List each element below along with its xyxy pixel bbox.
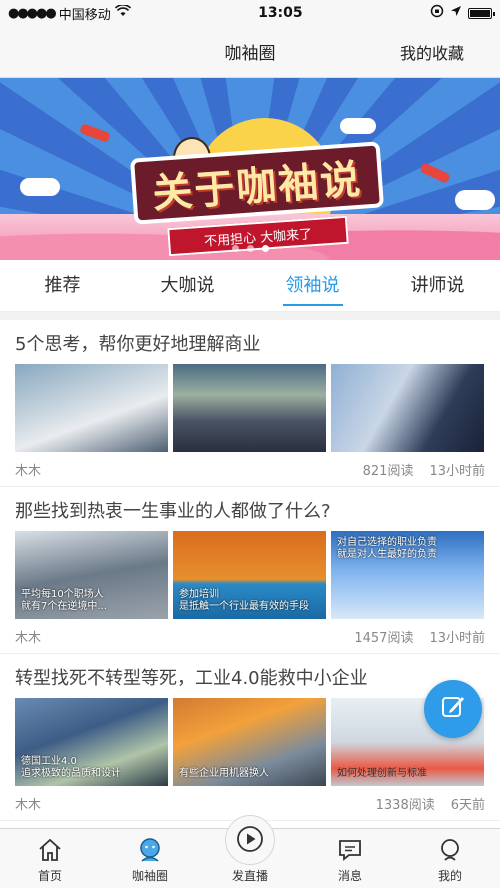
article-time: 13小时前: [429, 630, 485, 646]
carrier-label: 中国移动: [58, 7, 111, 23]
signal-icon: ●●●●●: [8, 5, 57, 21]
wifi-icon: [114, 4, 131, 21]
user-icon: [435, 835, 465, 865]
article-reads: 1338阅读: [375, 797, 435, 813]
status-left: ●●●●● 中国移动: [8, 4, 131, 23]
category-tabs: 推荐 大咖说 领袖说 讲师说: [0, 260, 500, 312]
carousel-dot[interactable]: [231, 245, 239, 252]
article-title[interactable]: 转型找死不转型等死，工业4.0能救中小企业: [15, 664, 485, 694]
article-thumbnails: [15, 364, 485, 452]
tabbar-label: 咖袖圈: [131, 869, 168, 883]
article-stats: 1338阅读 6天前: [376, 794, 485, 813]
article-thumbnail[interactable]: [173, 364, 326, 452]
article-card[interactable]: 那些找到热衷一生事业的人都做了什么? 平均每10个职场人 就有7个在逆境中...…: [0, 487, 500, 654]
article-thumbnail[interactable]: 对自己选择的职业负责 就是对人生最好的负责: [331, 531, 484, 619]
tabbar-circle[interactable]: 咖袖圈: [100, 829, 200, 888]
carousel-dot[interactable]: [246, 245, 254, 252]
compose-button[interactable]: [424, 680, 482, 738]
carousel-dot-active[interactable]: [261, 245, 269, 252]
cloud-decoration: [340, 118, 376, 134]
banner-carousel[interactable]: 关于咖袖说 不用担心 大咖来了: [0, 78, 500, 260]
rocket-decoration: [419, 162, 451, 184]
article-thumbnail[interactable]: [15, 364, 168, 452]
tab-recommend[interactable]: 推荐: [0, 260, 125, 312]
nav-bar: 咖袖圈 我的收藏: [0, 26, 500, 78]
tabbar-go-live[interactable]: 发直播: [200, 815, 300, 888]
article-thumbnail[interactable]: 有些企业用机器换人: [173, 698, 326, 786]
article-author: 木木: [15, 463, 42, 479]
article-time: 6天前: [450, 797, 485, 813]
lock-rotation-icon: [430, 4, 444, 22]
article-reads: 1457阅读: [354, 630, 414, 646]
article-thumbnail[interactable]: 平均每10个职场人 就有7个在逆境中...: [15, 531, 168, 619]
rocket-decoration: [79, 123, 111, 143]
cloud-decoration: [455, 190, 495, 210]
tabbar-home[interactable]: 首页: [0, 829, 100, 888]
tabbar-me[interactable]: 我的: [400, 829, 500, 888]
article-stats: 821阅读 13小时前: [363, 460, 485, 479]
thumbnail-caption: 有些企业用机器换人: [179, 768, 269, 779]
home-icon: [35, 835, 65, 865]
status-right: [430, 4, 495, 22]
article-card[interactable]: 5个思考，帮你更好地理解商业 木木 821阅读 13小时前: [0, 320, 500, 487]
battery-icon: [468, 7, 495, 19]
tab-lecturers[interactable]: 讲师说: [375, 260, 500, 312]
thumbnail-caption: 对自己选择的职业负责 就是对人生最好的负责: [337, 537, 437, 560]
cloud-decoration: [20, 178, 60, 196]
article-thumbnails: 德国工业4.0 追求极致的品质和设计 有些企业用机器换人 如何处理创新与标准: [15, 698, 485, 786]
location-icon: [450, 5, 462, 21]
thumbnail-caption: 平均每10个职场人 就有7个在逆境中...: [21, 589, 107, 612]
article-thumbnails: 平均每10个职场人 就有7个在逆境中... 参加培训 是抵触一个行业最有效的手段…: [15, 531, 485, 619]
thumbnail-caption: 如何处理创新与标准: [337, 768, 427, 779]
banner-title-box: 关于咖袖说: [130, 141, 384, 225]
bottom-tab-bar: 首页 咖袖圈 发直播 消息 我的: [0, 815, 500, 888]
article-title[interactable]: 那些找到热衷一生事业的人都做了什么?: [15, 497, 485, 527]
carousel-dots: [0, 245, 500, 252]
status-bar: ●●●●● 中国移动 13:05: [0, 0, 500, 26]
my-favorites-button[interactable]: 我的收藏: [400, 40, 464, 64]
tabbar-label: 发直播: [231, 869, 268, 883]
clock: 13:05: [258, 5, 303, 21]
article-title[interactable]: 5个思考，帮你更好地理解商业: [15, 330, 485, 360]
article-thumbnail[interactable]: 参加培训 是抵触一个行业最有效的手段: [173, 531, 326, 619]
thumbnail-caption: 参加培训 是抵触一个行业最有效的手段: [179, 589, 309, 612]
edit-icon: [440, 694, 466, 724]
page-title: 咖袖圈: [224, 44, 276, 64]
article-thumbnail[interactable]: [331, 364, 484, 452]
circle-icon: [135, 835, 165, 865]
tabbar-label: 首页: [37, 869, 62, 883]
article-author: 木木: [15, 797, 42, 813]
article-author: 木木: [15, 630, 42, 646]
banner-title: 关于咖袖说: [150, 156, 364, 218]
app-screen: ●●●●● 中国移动 13:05 咖袖圈 我的收藏 关于咖袖说 不用担心 大咖来…: [0, 0, 500, 888]
tabbar-label: 消息: [337, 869, 362, 883]
article-thumbnail[interactable]: 德国工业4.0 追求极致的品质和设计: [15, 698, 168, 786]
go-live-circle[interactable]: [225, 815, 275, 865]
article-reads: 821阅读: [362, 463, 414, 479]
article-card[interactable]: 转型找死不转型等死，工业4.0能救中小企业 德国工业4.0 追求极致的品质和设计…: [0, 654, 500, 821]
article-meta: 木木 821阅读 13小时前: [15, 452, 485, 486]
article-time: 13小时前: [429, 463, 485, 479]
article-stats: 1457阅读 13小时前: [354, 627, 485, 646]
message-icon: [335, 835, 365, 865]
article-meta: 木木 1457阅读 13小时前: [15, 619, 485, 653]
tab-big-shots[interactable]: 大咖说: [125, 260, 250, 312]
tabbar-label: 我的: [437, 869, 462, 883]
section-divider: [0, 312, 500, 320]
tabbar-messages[interactable]: 消息: [300, 829, 400, 888]
play-icon: [235, 824, 265, 857]
thumbnail-caption: 德国工业4.0 追求极致的品质和设计: [21, 756, 121, 779]
tab-leaders[interactable]: 领袖说: [250, 260, 375, 312]
